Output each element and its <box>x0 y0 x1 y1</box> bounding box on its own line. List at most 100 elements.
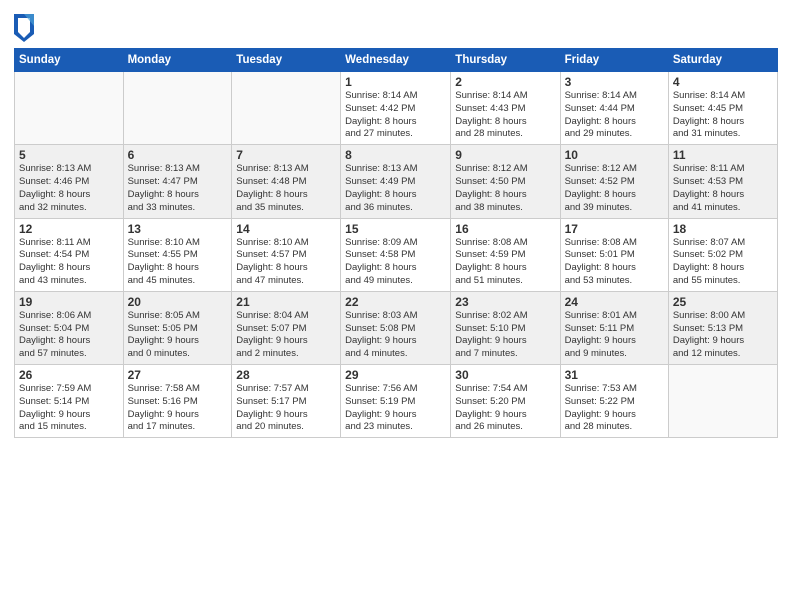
calendar-cell: 20Sunrise: 8:05 AM Sunset: 5:05 PM Dayli… <box>123 291 232 364</box>
calendar-cell: 22Sunrise: 8:03 AM Sunset: 5:08 PM Dayli… <box>341 291 451 364</box>
day-number: 29 <box>345 368 446 382</box>
day-info: Sunrise: 7:58 AM Sunset: 5:16 PM Dayligh… <box>128 383 228 434</box>
day-number: 13 <box>128 222 228 236</box>
calendar-week-row: 1Sunrise: 8:14 AM Sunset: 4:42 PM Daylig… <box>15 72 778 145</box>
day-number: 11 <box>673 148 773 162</box>
calendar-week-row: 26Sunrise: 7:59 AM Sunset: 5:14 PM Dayli… <box>15 365 778 438</box>
calendar-cell: 10Sunrise: 8:12 AM Sunset: 4:52 PM Dayli… <box>560 145 668 218</box>
weekday-header: Wednesday <box>341 49 451 72</box>
day-info: Sunrise: 8:14 AM Sunset: 4:43 PM Dayligh… <box>455 90 555 141</box>
day-number: 18 <box>673 222 773 236</box>
calendar-cell: 16Sunrise: 8:08 AM Sunset: 4:59 PM Dayli… <box>451 218 560 291</box>
day-info: Sunrise: 7:54 AM Sunset: 5:20 PM Dayligh… <box>455 383 555 434</box>
day-number: 25 <box>673 295 773 309</box>
day-number: 15 <box>345 222 446 236</box>
day-number: 19 <box>19 295 119 309</box>
day-info: Sunrise: 8:10 AM Sunset: 4:55 PM Dayligh… <box>128 237 228 288</box>
calendar-cell: 7Sunrise: 8:13 AM Sunset: 4:48 PM Daylig… <box>232 145 341 218</box>
calendar-cell: 8Sunrise: 8:13 AM Sunset: 4:49 PM Daylig… <box>341 145 451 218</box>
day-info: Sunrise: 8:13 AM Sunset: 4:46 PM Dayligh… <box>19 163 119 214</box>
day-info: Sunrise: 8:12 AM Sunset: 4:52 PM Dayligh… <box>565 163 664 214</box>
weekday-header: Thursday <box>451 49 560 72</box>
calendar-header-row: SundayMondayTuesdayWednesdayThursdayFrid… <box>15 49 778 72</box>
day-info: Sunrise: 8:01 AM Sunset: 5:11 PM Dayligh… <box>565 310 664 361</box>
calendar-table: SundayMondayTuesdayWednesdayThursdayFrid… <box>14 48 778 438</box>
day-number: 28 <box>236 368 336 382</box>
day-info: Sunrise: 8:05 AM Sunset: 5:05 PM Dayligh… <box>128 310 228 361</box>
day-number: 2 <box>455 75 555 89</box>
day-number: 10 <box>565 148 664 162</box>
page: SundayMondayTuesdayWednesdayThursdayFrid… <box>0 0 792 612</box>
day-number: 6 <box>128 148 228 162</box>
day-number: 14 <box>236 222 336 236</box>
calendar-cell: 28Sunrise: 7:57 AM Sunset: 5:17 PM Dayli… <box>232 365 341 438</box>
day-number: 1 <box>345 75 446 89</box>
day-info: Sunrise: 7:53 AM Sunset: 5:22 PM Dayligh… <box>565 383 664 434</box>
day-info: Sunrise: 8:04 AM Sunset: 5:07 PM Dayligh… <box>236 310 336 361</box>
weekday-header: Friday <box>560 49 668 72</box>
day-info: Sunrise: 8:12 AM Sunset: 4:50 PM Dayligh… <box>455 163 555 214</box>
day-number: 5 <box>19 148 119 162</box>
calendar-cell: 4Sunrise: 8:14 AM Sunset: 4:45 PM Daylig… <box>668 72 777 145</box>
calendar-cell: 21Sunrise: 8:04 AM Sunset: 5:07 PM Dayli… <box>232 291 341 364</box>
calendar-cell: 5Sunrise: 8:13 AM Sunset: 4:46 PM Daylig… <box>15 145 124 218</box>
calendar-cell: 27Sunrise: 7:58 AM Sunset: 5:16 PM Dayli… <box>123 365 232 438</box>
weekday-header: Tuesday <box>232 49 341 72</box>
calendar-week-row: 19Sunrise: 8:06 AM Sunset: 5:04 PM Dayli… <box>15 291 778 364</box>
calendar-cell: 29Sunrise: 7:56 AM Sunset: 5:19 PM Dayli… <box>341 365 451 438</box>
weekday-header: Monday <box>123 49 232 72</box>
calendar-cell: 2Sunrise: 8:14 AM Sunset: 4:43 PM Daylig… <box>451 72 560 145</box>
calendar-week-row: 5Sunrise: 8:13 AM Sunset: 4:46 PM Daylig… <box>15 145 778 218</box>
day-number: 8 <box>345 148 446 162</box>
day-number: 31 <box>565 368 664 382</box>
calendar-cell: 1Sunrise: 8:14 AM Sunset: 4:42 PM Daylig… <box>341 72 451 145</box>
day-number: 23 <box>455 295 555 309</box>
calendar-cell <box>668 365 777 438</box>
day-number: 17 <box>565 222 664 236</box>
day-info: Sunrise: 8:14 AM Sunset: 4:45 PM Dayligh… <box>673 90 773 141</box>
calendar-cell <box>232 72 341 145</box>
day-number: 20 <box>128 295 228 309</box>
weekday-header: Sunday <box>15 49 124 72</box>
calendar-cell: 24Sunrise: 8:01 AM Sunset: 5:11 PM Dayli… <box>560 291 668 364</box>
day-info: Sunrise: 8:14 AM Sunset: 4:42 PM Dayligh… <box>345 90 446 141</box>
day-info: Sunrise: 7:57 AM Sunset: 5:17 PM Dayligh… <box>236 383 336 434</box>
day-info: Sunrise: 8:08 AM Sunset: 4:59 PM Dayligh… <box>455 237 555 288</box>
day-number: 27 <box>128 368 228 382</box>
day-number: 26 <box>19 368 119 382</box>
day-number: 16 <box>455 222 555 236</box>
calendar-cell: 31Sunrise: 7:53 AM Sunset: 5:22 PM Dayli… <box>560 365 668 438</box>
day-info: Sunrise: 8:00 AM Sunset: 5:13 PM Dayligh… <box>673 310 773 361</box>
day-info: Sunrise: 8:06 AM Sunset: 5:04 PM Dayligh… <box>19 310 119 361</box>
day-number: 22 <box>345 295 446 309</box>
calendar-cell: 13Sunrise: 8:10 AM Sunset: 4:55 PM Dayli… <box>123 218 232 291</box>
day-number: 12 <box>19 222 119 236</box>
day-number: 30 <box>455 368 555 382</box>
day-info: Sunrise: 8:11 AM Sunset: 4:54 PM Dayligh… <box>19 237 119 288</box>
calendar-cell: 30Sunrise: 7:54 AM Sunset: 5:20 PM Dayli… <box>451 365 560 438</box>
day-number: 4 <box>673 75 773 89</box>
day-number: 21 <box>236 295 336 309</box>
calendar-cell: 17Sunrise: 8:08 AM Sunset: 5:01 PM Dayli… <box>560 218 668 291</box>
day-info: Sunrise: 8:14 AM Sunset: 4:44 PM Dayligh… <box>565 90 664 141</box>
calendar-cell: 3Sunrise: 8:14 AM Sunset: 4:44 PM Daylig… <box>560 72 668 145</box>
calendar-cell: 14Sunrise: 8:10 AM Sunset: 4:57 PM Dayli… <box>232 218 341 291</box>
logo <box>14 14 38 42</box>
day-number: 7 <box>236 148 336 162</box>
day-info: Sunrise: 8:02 AM Sunset: 5:10 PM Dayligh… <box>455 310 555 361</box>
calendar-cell: 26Sunrise: 7:59 AM Sunset: 5:14 PM Dayli… <box>15 365 124 438</box>
day-number: 3 <box>565 75 664 89</box>
calendar-cell: 12Sunrise: 8:11 AM Sunset: 4:54 PM Dayli… <box>15 218 124 291</box>
calendar-cell: 18Sunrise: 8:07 AM Sunset: 5:02 PM Dayli… <box>668 218 777 291</box>
calendar-week-row: 12Sunrise: 8:11 AM Sunset: 4:54 PM Dayli… <box>15 218 778 291</box>
calendar-cell: 6Sunrise: 8:13 AM Sunset: 4:47 PM Daylig… <box>123 145 232 218</box>
day-info: Sunrise: 8:13 AM Sunset: 4:49 PM Dayligh… <box>345 163 446 214</box>
day-info: Sunrise: 8:09 AM Sunset: 4:58 PM Dayligh… <box>345 237 446 288</box>
calendar-cell: 11Sunrise: 8:11 AM Sunset: 4:53 PM Dayli… <box>668 145 777 218</box>
day-info: Sunrise: 8:03 AM Sunset: 5:08 PM Dayligh… <box>345 310 446 361</box>
calendar-cell: 9Sunrise: 8:12 AM Sunset: 4:50 PM Daylig… <box>451 145 560 218</box>
logo-icon <box>14 14 34 42</box>
day-number: 24 <box>565 295 664 309</box>
calendar-cell: 23Sunrise: 8:02 AM Sunset: 5:10 PM Dayli… <box>451 291 560 364</box>
day-info: Sunrise: 8:07 AM Sunset: 5:02 PM Dayligh… <box>673 237 773 288</box>
